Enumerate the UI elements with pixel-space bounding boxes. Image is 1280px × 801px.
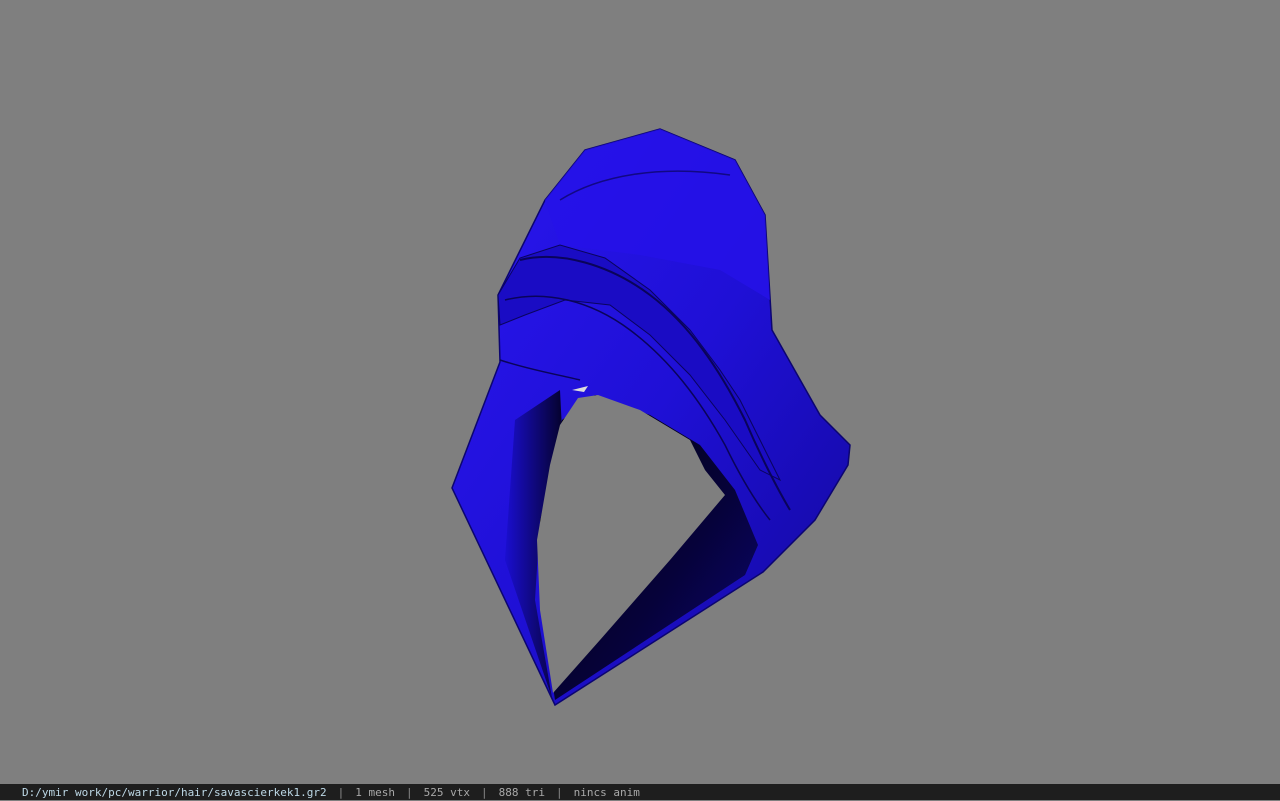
status-animation: nincs anim: [573, 786, 640, 799]
status-separator: |: [406, 786, 413, 799]
status-separator: |: [337, 786, 345, 799]
hood-model[interactable]: [0, 0, 1280, 784]
status-separator: |: [555, 786, 563, 799]
status-triangle-count: 888 tri: [498, 786, 545, 799]
status-bar: D:/ymir work/pc/warrior/hair/savascierke…: [0, 784, 1280, 800]
status-mesh-count: 1 mesh: [355, 786, 396, 799]
status-file-path: D:/ymir work/pc/warrior/hair/savascierke…: [22, 786, 327, 799]
3d-viewport[interactable]: [0, 0, 1280, 784]
status-separator: |: [481, 786, 488, 799]
status-vertex-count: 525 vtx: [423, 786, 470, 799]
